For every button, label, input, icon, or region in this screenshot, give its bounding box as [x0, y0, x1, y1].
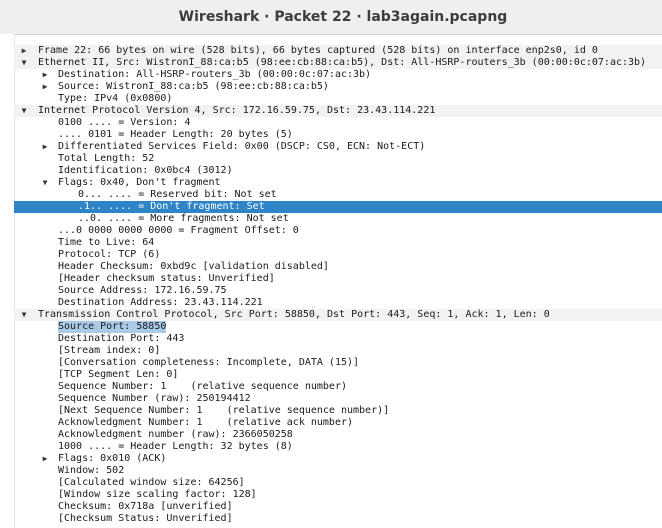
tree-row-label: Type: IPv4 (0x0800) [58, 93, 173, 104]
tree-row[interactable]: Sequence Number: 1 (relative sequence nu… [14, 381, 662, 393]
tree-row[interactable]: Time to Live: 64 [14, 237, 662, 249]
tree-row[interactable]: Type: IPv4 (0x0800) [14, 93, 662, 105]
tree-row[interactable]: .... 0101 = Header Length: 20 bytes (5) [14, 129, 662, 141]
tree-row[interactable]: Source Port: 58850 [14, 321, 662, 333]
tree-row-label: Identification: 0x0bc4 (3012) [58, 165, 233, 176]
tree-row[interactable]: Destination Port: 443 [14, 333, 662, 345]
tree-row[interactable]: ...0 0000 0000 0000 = Fragment Offset: 0 [14, 225, 662, 237]
packet-details-tree[interactable]: ▶ Frame 22: 66 bytes on wire (528 bits), … [14, 45, 662, 525]
collapsed-arrow-icon[interactable]: ▶ [40, 453, 50, 465]
tree-row-label: [Next Sequence Number: 1 (relative seque… [58, 405, 390, 416]
tree-row-label: .1.. .... = Don't fragment: Set [78, 201, 265, 212]
tree-row[interactable]: ..0. .... = More fragments: Not set [14, 213, 662, 225]
tree-row[interactable]: 0... .... = Reserved bit: Not set [14, 189, 662, 201]
tree-row[interactable]: [Next Sequence Number: 1 (relative seque… [14, 405, 662, 417]
title-bar[interactable]: Wireshark · Packet 22 · lab3again.pcapng [0, 0, 662, 35]
collapsed-arrow-icon[interactable]: ▶ [40, 141, 50, 153]
tree-row[interactable]: Identification: 0x0bc4 (3012) [14, 165, 662, 177]
tree-row[interactable]: ▶ Destination: All-HSRP-routers_3b (00:00… [14, 69, 662, 81]
collapsed-arrow-icon[interactable]: ▶ [19, 45, 29, 57]
tree-row-label: Checksum: 0x718a [unverified] [58, 501, 233, 512]
tree-row-label: Sequence Number: 1 (relative sequence nu… [58, 381, 347, 392]
tree-row-label: Frame 22: 66 bytes on wire (528 bits), 6… [38, 45, 598, 56]
packet-window: Wireshark · Packet 22 · lab3again.pcapng… [0, 0, 662, 528]
tree-row[interactable]: 0100 .... = Version: 4 [14, 117, 662, 129]
expanded-arrow-icon[interactable]: ▼ [19, 57, 29, 69]
tree-row-label: Time to Live: 64 [58, 237, 155, 248]
expanded-arrow-icon[interactable]: ▼ [19, 309, 29, 321]
tree-row[interactable]: ▶ Source: WistronI_88:ca:b5 (98:ee:cb:88:… [14, 81, 662, 93]
tree-row-label: Internet Protocol Version 4, Src: 172.16… [38, 105, 436, 116]
tree-row-label: Destination Port: 443 [58, 333, 185, 344]
tree-row-label: ...0 0000 0000 0000 = Fragment Offset: 0 [58, 225, 299, 236]
tree-row-label: Protocol: TCP (6) [58, 249, 161, 260]
tree-row-label: .... 0101 = Header Length: 20 bytes (5) [58, 129, 293, 140]
tree-row-label: ..0. .... = More fragments: Not set [78, 213, 289, 224]
collapsed-arrow-icon[interactable]: ▶ [40, 69, 50, 81]
tree-row-label: Window: 502 [58, 465, 125, 476]
tree-row-label: Source: WistronI_88:ca:b5 (98:ee:cb:88:c… [58, 81, 329, 92]
tree-row-label: Differentiated Services Field: 0x00 (DSC… [58, 141, 426, 152]
tree-row-label: Acknowledgment number (raw): 2366050258 [58, 429, 293, 440]
tree-row-label: Flags: 0x010 (ACK) [58, 453, 167, 464]
tree-row-label: [Header checksum status: Unverified] [58, 273, 275, 284]
tree-row[interactable]: Destination Address: 23.43.114.221 [14, 297, 662, 309]
tree-row[interactable]: [Header checksum status: Unverified] [14, 273, 662, 285]
tree-row[interactable]: Checksum: 0x718a [unverified] [14, 501, 662, 513]
tree-row-label: [Conversation completeness: Incomplete, … [58, 357, 360, 368]
tree-row[interactable]: ▶ Differentiated Services Field: 0x00 (DS… [14, 141, 662, 153]
tree-row[interactable]: [TCP Segment Len: 0] [14, 369, 662, 381]
expanded-arrow-icon[interactable]: ▼ [19, 105, 29, 117]
tree-row[interactable]: [Window size scaling factor: 128] [14, 489, 662, 501]
tree-row[interactable]: Header Checksum: 0xbd9c [validation disa… [14, 261, 662, 273]
tree-row[interactable]: Acknowledgment Number: 1 (relative ack n… [14, 417, 662, 429]
tree-row[interactable]: ▼ Transmission Control Protocol, Src Port… [14, 309, 662, 321]
tree-row-label: 0100 .... = Version: 4 [58, 117, 191, 128]
tree-row-label: Total Length: 52 [58, 153, 155, 164]
tree-row[interactable]: Window: 502 [14, 465, 662, 477]
tree-row[interactable]: .1.. .... = Don't fragment: Set [14, 201, 662, 213]
tree-row[interactable]: Protocol: TCP (6) [14, 249, 662, 261]
tree-row[interactable]: ▶ Frame 22: 66 bytes on wire (528 bits), … [14, 45, 662, 57]
collapsed-arrow-icon[interactable]: ▶ [40, 81, 50, 93]
tree-row[interactable]: ▼ Flags: 0x40, Don't fragment [14, 177, 662, 189]
tree-row[interactable]: ▼ Ethernet II, Src: WistronI_88:ca:b5 (98… [14, 57, 662, 69]
tree-row-label: Destination: All-HSRP-routers_3b (00:00:… [58, 69, 372, 80]
tree-row[interactable]: [Conversation completeness: Incomplete, … [14, 357, 662, 369]
tree-row-label: Acknowledgment Number: 1 (relative ack n… [58, 417, 354, 428]
tree-row-label: [Calculated window size: 64256] [58, 477, 245, 488]
window-title: Wireshark · Packet 22 · lab3again.pcapng [178, 9, 508, 25]
tree-row[interactable]: [Calculated window size: 64256] [14, 477, 662, 489]
tree-row[interactable]: Total Length: 52 [14, 153, 662, 165]
tree-row-label: Source Port: 58850 [58, 321, 167, 333]
left-gutter [0, 34, 15, 528]
tree-row-label: 0... .... = Reserved bit: Not set [78, 189, 277, 200]
tree-row-label: Flags: 0x40, Don't fragment [58, 177, 221, 188]
tree-row-label: Destination Address: 23.43.114.221 [58, 297, 263, 308]
tree-row-label: [Checksum Status: Unverified] [58, 513, 233, 524]
tree-row[interactable]: ▼ Internet Protocol Version 4, Src: 172.1… [14, 105, 662, 117]
expanded-arrow-icon[interactable]: ▼ [40, 177, 50, 189]
tree-row-label: Source Address: 172.16.59.75 [58, 285, 227, 296]
tree-row[interactable]: Source Address: 172.16.59.75 [14, 285, 662, 297]
tree-row-label: [TCP Segment Len: 0] [58, 369, 179, 380]
tree-row-label: [Window size scaling factor: 128] [58, 489, 257, 500]
tree-row[interactable]: 1000 .... = Header Length: 32 bytes (8) [14, 441, 662, 453]
tree-row-label: Header Checksum: 0xbd9c [validation disa… [58, 261, 329, 272]
tree-row[interactable]: Acknowledgment number (raw): 2366050258 [14, 429, 662, 441]
tree-row-label: Ethernet II, Src: WistronI_88:ca:b5 (98:… [38, 57, 647, 68]
tree-row-label: [Stream index: 0] [58, 345, 161, 356]
tree-row[interactable]: [Stream index: 0] [14, 345, 662, 357]
tree-row-label: 1000 .... = Header Length: 32 bytes (8) [58, 441, 293, 452]
tree-row-label: Sequence Number (raw): 250194412 [58, 393, 251, 404]
tree-row[interactable]: Sequence Number (raw): 250194412 [14, 393, 662, 405]
tree-row[interactable]: [Checksum Status: Unverified] [14, 513, 662, 525]
tree-row[interactable]: ▶ Flags: 0x010 (ACK) [14, 453, 662, 465]
tree-row-label: Transmission Control Protocol, Src Port:… [38, 309, 550, 320]
